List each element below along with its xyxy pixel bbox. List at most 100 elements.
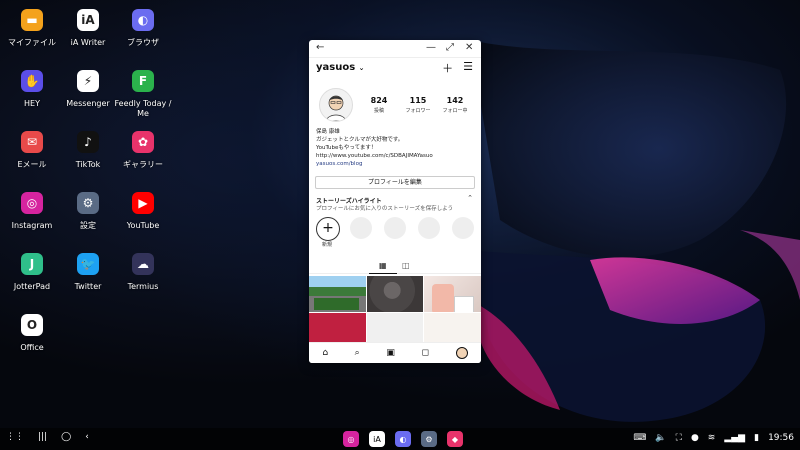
signal-icon: ▂▄▆ — [724, 433, 746, 443]
notification-icon[interactable]: ● — [691, 433, 699, 443]
desktop-icon-label: ブラウザ — [127, 38, 159, 47]
taskbar-iawriter-icon[interactable]: iA — [369, 431, 385, 447]
home-button-icon[interactable]: ◯ — [61, 432, 71, 442]
desktop-icon-browser[interactable]: ◐ ブラウザ — [111, 9, 175, 48]
messenger-icon: ⚡ — [77, 70, 99, 92]
youtube-icon: ▶ — [132, 192, 154, 214]
desktop-icon-folder[interactable]: ▬ マイファイル — [0, 9, 64, 48]
email-icon: ✉ — [21, 131, 43, 153]
maximize-button[interactable]: ⤢ — [446, 42, 454, 53]
desktop-icon-label: Instagram — [11, 221, 53, 230]
desktop-icon-office[interactable]: O Office — [0, 314, 64, 353]
back-arrow-icon[interactable]: ← — [316, 42, 324, 53]
battery-icon: ▮ — [754, 433, 760, 443]
taskbar-browser-icon[interactable]: ◐ — [395, 431, 411, 447]
post-thumbnail[interactable] — [424, 276, 481, 312]
post-grid — [309, 276, 481, 348]
desktop-icon-hey[interactable]: ✋ HEY — [0, 70, 64, 109]
followers-stat[interactable]: 115 フォロワー — [398, 96, 438, 114]
close-button[interactable]: ✕ — [465, 42, 473, 53]
desktop-icon-label: Termius — [127, 282, 159, 291]
apps-grid-icon[interactable]: ⋮⋮ — [6, 432, 24, 442]
followers-label: フォロワー — [405, 108, 431, 114]
profile-tabs: ▦ ◫ — [309, 259, 481, 274]
keyboard-icon[interactable]: ⌨ — [633, 433, 646, 443]
desktop-icon-label: Feedly Today / Me — [114, 99, 172, 118]
bio-link[interactable]: yasuos.com/blog — [316, 160, 433, 168]
screenshot-icon[interactable]: ⛶ — [676, 433, 682, 443]
menu-icon[interactable]: ☰ — [463, 60, 473, 76]
new-highlight-button[interactable]: + — [316, 217, 340, 241]
instagram-window[interactable]: ← — ⤢ ✕ yasuos ⌄ ＋ ☰ 824 投稿 115 フォロワー 14… — [309, 40, 481, 363]
home-icon[interactable]: ⌂ — [322, 348, 328, 358]
profile-bio: 保島 康雄 ガジェットとクルマが大好物です。 YouTubeもやってます！ ht… — [316, 128, 433, 168]
desktop-icon-label: JotterPad — [13, 282, 51, 291]
desktop-icon-label: Eメール — [17, 160, 47, 169]
tagged-tab-icon[interactable]: ◫ — [402, 261, 410, 270]
bio-url[interactable]: http://www.youtube.com/c/SDBAJIMAYasuo — [316, 152, 433, 160]
gallery-icon: ✿ — [132, 131, 154, 153]
highlights-subtitle: プロフィールにお気に入りのストーリーズを保存しよう — [316, 206, 454, 212]
bottom-navigation: ⌂ ⌕ ▣ ◻ — [309, 342, 481, 363]
browser-icon: ◐ — [132, 9, 154, 31]
shop-icon[interactable]: ◻ — [422, 348, 429, 358]
posts-stat[interactable]: 824 投稿 — [359, 96, 399, 114]
ia-writer-icon: iA — [77, 9, 99, 31]
following-label: フォロー中 — [442, 108, 468, 114]
wifi-icon[interactable]: ≋ — [708, 433, 716, 443]
following-count: 142 — [446, 96, 464, 105]
office-icon: O — [21, 314, 43, 336]
taskbar-store-icon[interactable]: ◆ — [447, 431, 463, 447]
edit-profile-button[interactable]: プロフィールを編集 — [315, 176, 475, 189]
grid-tab-icon[interactable]: ▦ — [379, 261, 387, 270]
search-icon[interactable]: ⌕ — [355, 348, 360, 358]
profile-username[interactable]: yasuos ⌄ — [316, 62, 365, 73]
feedly-icon: F — [132, 70, 154, 92]
instagram-icon: ◎ — [21, 192, 43, 214]
desktop-icon-label: Office — [20, 343, 44, 352]
desktop-icon-gallery[interactable]: ✿ ギャラリー — [111, 131, 175, 170]
back-icon[interactable]: ‹ — [85, 432, 89, 442]
twitter-icon: 🐦 — [77, 253, 99, 275]
settings-icon: ⚙ — [77, 192, 99, 214]
window-titlebar[interactable]: ← — ⤢ ✕ — [309, 40, 481, 58]
folder-icon: ▬ — [21, 9, 43, 31]
taskbar: ⋮⋮ ||| ◯ ‹ ◎ iA ◐ ⚙ ◆ ⌨ 🔈 ⛶ ● ≋ ▂▄▆ ▮ 19… — [0, 428, 800, 450]
desktop-icon-jotterpad[interactable]: J JotterPad — [0, 253, 64, 292]
desktop-icon-label: HEY — [24, 99, 40, 108]
profile-name: 保島 康雄 — [316, 129, 340, 135]
reels-icon[interactable]: ▣ — [386, 348, 395, 358]
add-post-icon[interactable]: ＋ — [442, 60, 453, 76]
bio-line: ガジェットとクルマが大好物です。 — [316, 137, 404, 143]
desktop-icon-termius[interactable]: ☁ Termius — [111, 253, 175, 292]
desktop-icon-feedly[interactable]: F Feedly Today / Me — [111, 70, 175, 119]
highlight-placeholder — [350, 217, 372, 239]
desktop-icon-label: YouTube — [126, 221, 160, 230]
desktop-icon-email[interactable]: ✉ Eメール — [0, 131, 64, 170]
post-thumbnail[interactable] — [366, 276, 424, 312]
taskbar-instagram-icon[interactable]: ◎ — [343, 431, 359, 447]
tiktok-icon: ♪ — [77, 131, 99, 153]
posts-count: 824 — [370, 96, 388, 105]
volume-icon[interactable]: 🔈 — [655, 433, 666, 443]
taskbar-settings-icon[interactable]: ⚙ — [421, 431, 437, 447]
recent-apps-icon[interactable]: ||| — [38, 432, 47, 442]
highlight-placeholder — [418, 217, 440, 239]
post-thumbnail[interactable] — [309, 276, 366, 312]
following-stat[interactable]: 142 フォロー中 — [435, 96, 475, 114]
desktop-icon-instagram[interactable]: ◎ Instagram — [0, 192, 64, 231]
clock[interactable]: 19:56 — [768, 433, 794, 443]
new-highlight-label: 新規 — [322, 242, 333, 248]
chevron-up-icon[interactable]: ⌃ — [467, 194, 473, 202]
chevron-down-icon: ⌄ — [358, 64, 365, 72]
jotterpad-icon: J — [21, 253, 43, 275]
tab-indicator — [369, 273, 397, 274]
profile-avatar-icon[interactable] — [455, 347, 468, 359]
highlight-placeholder — [384, 217, 406, 239]
minimize-button[interactable]: — — [426, 42, 436, 53]
avatar[interactable] — [319, 88, 353, 122]
desktop-icon-label: ギャラリー — [123, 160, 163, 169]
hey-icon: ✋ — [21, 70, 43, 92]
desktop-icon-label: マイファイル — [8, 38, 56, 47]
desktop-icon-youtube[interactable]: ▶ YouTube — [111, 192, 175, 231]
